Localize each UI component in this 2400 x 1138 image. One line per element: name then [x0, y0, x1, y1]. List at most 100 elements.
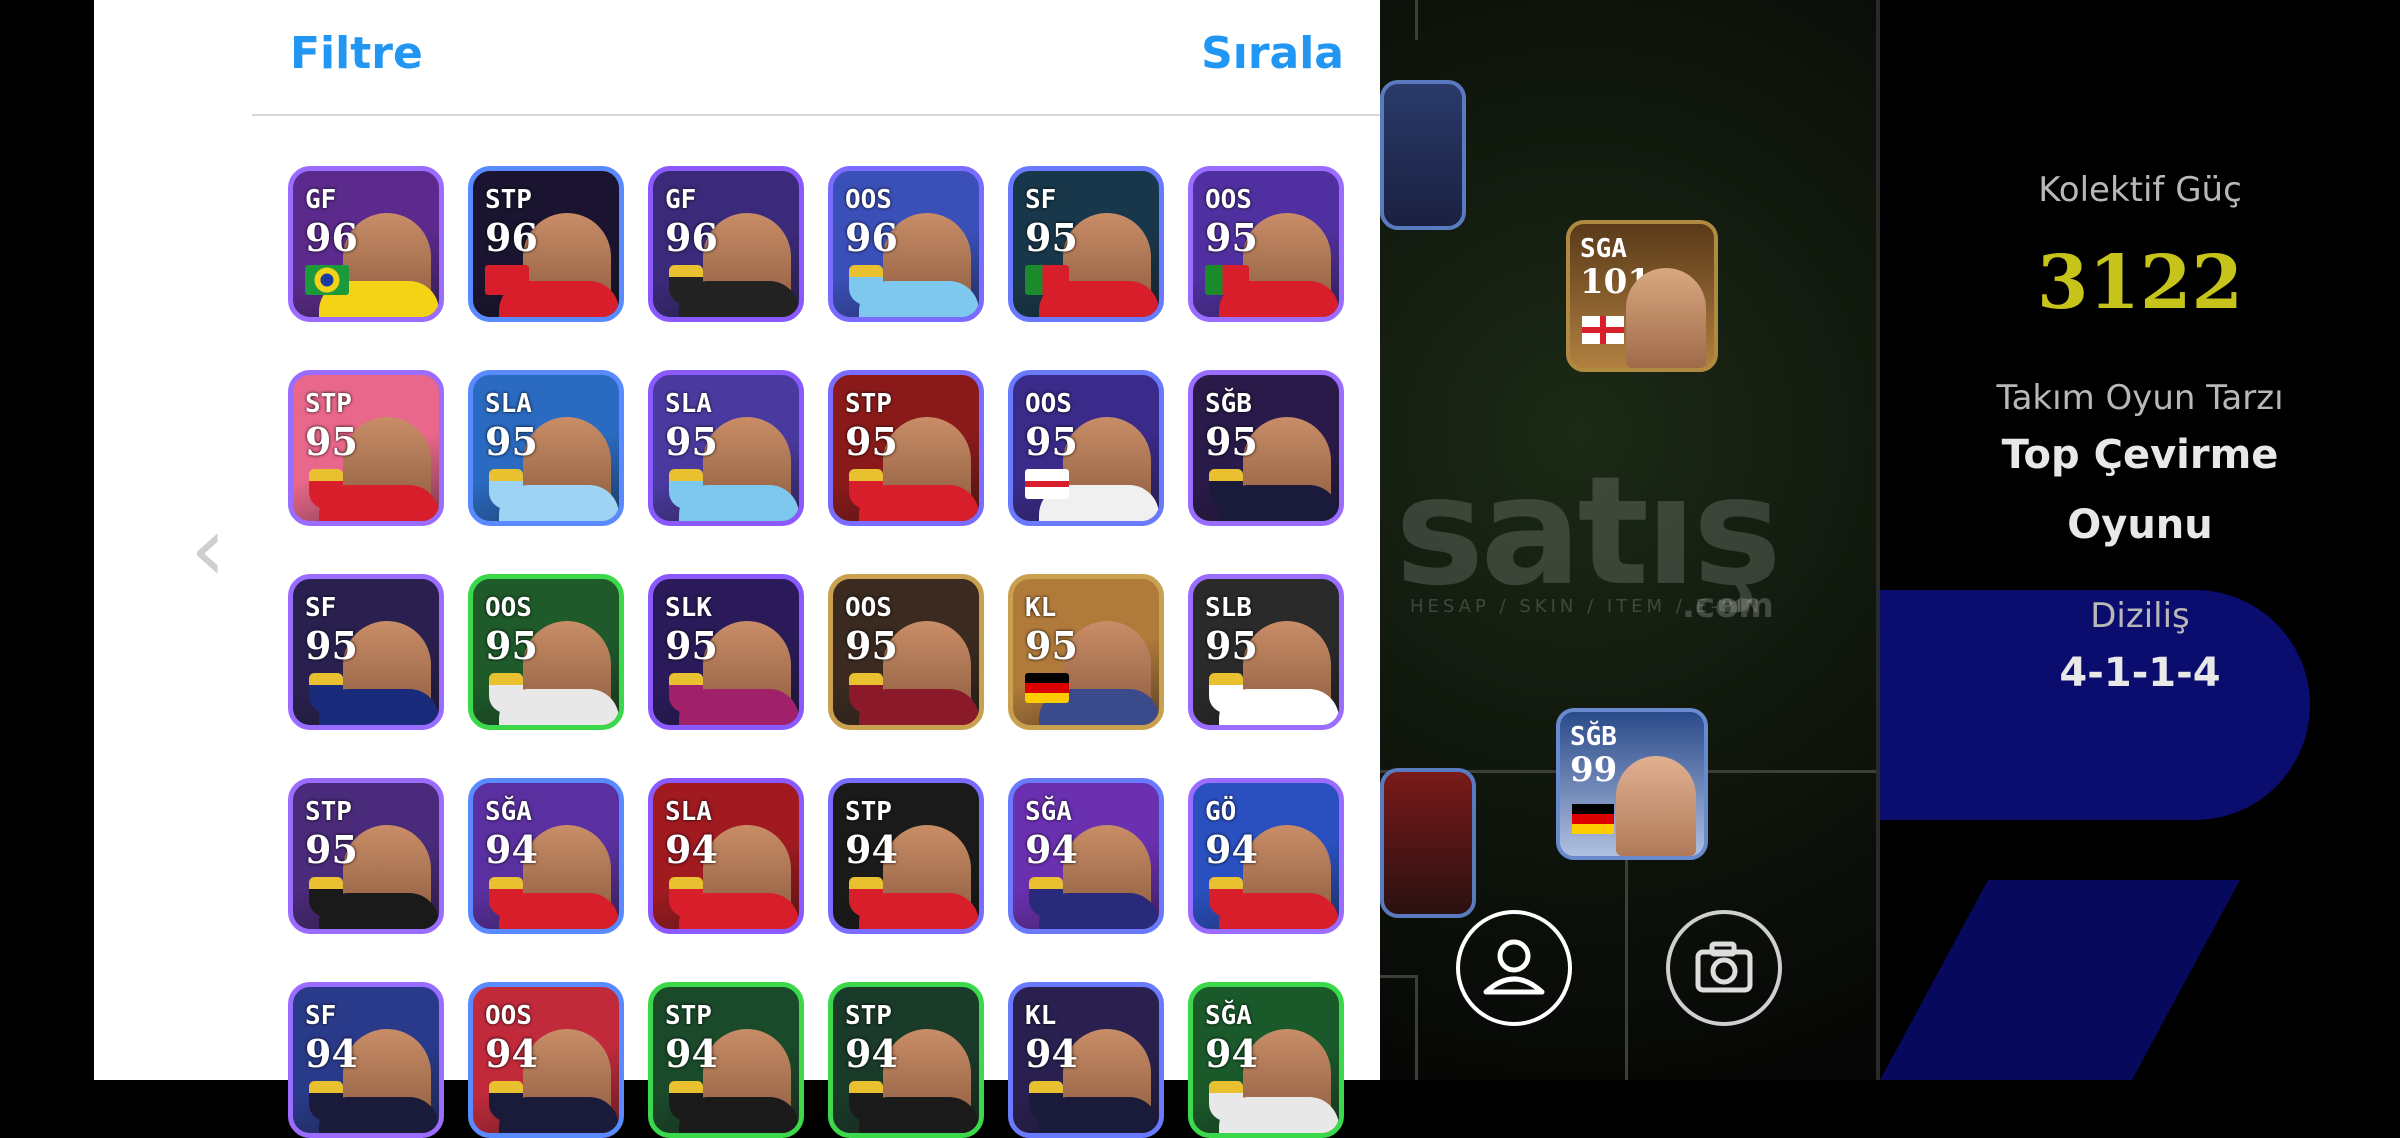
- club-badge-icon: [849, 673, 883, 713]
- watermark-domain: .com: [1682, 586, 1774, 626]
- player-rating: 94: [665, 1031, 718, 1076]
- person-icon: [1483, 939, 1545, 995]
- player-rating: 94: [485, 827, 538, 872]
- player-card[interactable]: OOS 95: [468, 574, 624, 730]
- player-position: SĞA: [1025, 797, 1072, 827]
- player-card[interactable]: SF 95: [288, 574, 444, 730]
- player-rating: 94: [845, 1031, 898, 1076]
- player-rating: 95: [305, 827, 358, 872]
- pitch-player-card-beckham[interactable]: SGA 101: [1566, 220, 1718, 372]
- club-badge-icon: [1029, 877, 1063, 917]
- player-rating: 94: [1025, 827, 1078, 872]
- player-card[interactable]: STP 94: [828, 982, 984, 1138]
- filter-button[interactable]: Filtre: [290, 28, 423, 79]
- player-card[interactable]: SLA 95: [468, 370, 624, 526]
- pitch-player-card-german[interactable]: SĞB 99: [1556, 708, 1708, 860]
- player-position: SLA: [665, 797, 712, 827]
- player-rating: 99: [1570, 750, 1618, 790]
- england-flag-icon: [1582, 316, 1624, 344]
- player-position: STP: [485, 185, 532, 215]
- player-card[interactable]: SF 95: [1008, 166, 1164, 322]
- player-card[interactable]: GÖ 94: [1188, 778, 1344, 934]
- team-style-value-line2: Oyunu: [2067, 502, 2213, 548]
- player-card[interactable]: OOS 95: [1188, 166, 1344, 322]
- player-card[interactable]: KL 95: [1008, 574, 1164, 730]
- player-rating: 95: [1205, 215, 1258, 260]
- club-badge-icon: [669, 673, 703, 713]
- player-position: OOS: [1025, 389, 1072, 419]
- portugal-flag-icon: [1205, 265, 1249, 295]
- team-style-label: Takım Oyun Tarzı: [1996, 378, 2284, 418]
- player-position: STP: [845, 1001, 892, 1031]
- player-rating: 95: [1025, 419, 1078, 464]
- player-card[interactable]: SLA 95: [648, 370, 804, 526]
- player-card[interactable]: KL 94: [1008, 982, 1164, 1138]
- player-position: SF: [305, 593, 337, 623]
- player-card[interactable]: OOS 96: [828, 166, 984, 322]
- sort-button[interactable]: Sırala: [1201, 28, 1344, 79]
- club-badge-icon: [489, 469, 523, 509]
- player-rating: 95: [485, 623, 538, 668]
- player-position: STP: [845, 389, 892, 419]
- profile-button[interactable]: [1456, 910, 1572, 1026]
- chevron-left-icon[interactable]: ‹: [190, 500, 238, 600]
- player-rating: 95: [665, 419, 718, 464]
- player-card[interactable]: SĞA 94: [1008, 778, 1164, 934]
- player-card[interactable]: STP 96: [468, 166, 624, 322]
- player-card[interactable]: SĞA 94: [1188, 982, 1344, 1138]
- player-card[interactable]: SĞA 94: [468, 778, 624, 934]
- player-selection-panel: Filtre Sırala GF 96 STP 96 GF 96 OOS 96 SF 95 OOS 9…: [252, 0, 1380, 1138]
- formation-label: Diziliş: [2090, 596, 2190, 636]
- club-badge-icon: [309, 469, 343, 509]
- player-card[interactable]: STP 94: [648, 982, 804, 1138]
- player-rating: 95: [1205, 419, 1258, 464]
- pitch-player-card-left-top[interactable]: [1380, 80, 1466, 230]
- brazil-flag-icon: [305, 265, 349, 295]
- club-badge-icon: [1209, 877, 1243, 917]
- player-position: STP: [845, 797, 892, 827]
- player-position: SGA: [1580, 234, 1627, 264]
- player-position: STP: [305, 797, 352, 827]
- player-card[interactable]: STP 95: [288, 370, 444, 526]
- player-card[interactable]: STP 95: [828, 370, 984, 526]
- formation-value[interactable]: 4-1-1-4: [1880, 650, 2400, 696]
- player-position: SLK: [665, 593, 712, 623]
- player-card[interactable]: SLK 95: [648, 574, 804, 730]
- player-card[interactable]: SLB 95: [1188, 574, 1344, 730]
- collective-power-label: Kolektif Güç: [2038, 170, 2242, 210]
- club-badge-icon: [669, 265, 703, 305]
- player-position: SF: [305, 1001, 337, 1031]
- player-card[interactable]: OOS 95: [1008, 370, 1164, 526]
- club-badge-icon: [1209, 469, 1243, 509]
- player-position: SĞA: [1205, 1001, 1252, 1031]
- panel-header: Filtre Sırala: [252, 0, 1380, 116]
- player-rating: 95: [305, 623, 358, 668]
- collective-power-value: 3122: [2037, 240, 2243, 326]
- player-card[interactable]: STP 94: [828, 778, 984, 934]
- player-rating: 95: [1205, 623, 1258, 668]
- club-badge-icon: [849, 1081, 883, 1121]
- player-card[interactable]: STP 95: [288, 778, 444, 934]
- germany-flag-icon: [1025, 673, 1069, 703]
- club-badge-icon: [1029, 1081, 1063, 1121]
- player-card[interactable]: OOS 94: [468, 982, 624, 1138]
- player-position: SĞA: [485, 797, 532, 827]
- pitch-player-card-left-bottom[interactable]: [1380, 768, 1476, 918]
- player-rating: 95: [1025, 623, 1078, 668]
- player-card[interactable]: SLA 94: [648, 778, 804, 934]
- player-position: SĞB: [1570, 722, 1617, 752]
- player-position: SĞB: [1205, 389, 1252, 419]
- player-position: GF: [665, 185, 697, 215]
- player-card[interactable]: GF 96: [648, 166, 804, 322]
- club-badge-icon: [849, 469, 883, 509]
- player-rating: 94: [485, 1031, 538, 1076]
- player-card[interactable]: GF 96: [288, 166, 444, 322]
- player-card[interactable]: SF 94: [288, 982, 444, 1138]
- camera-button[interactable]: [1666, 910, 1782, 1026]
- squad-screen: ‹ Filtre Sırala GF 96 STP 96 GF 96 OOS 96 SF 95 OO…: [0, 0, 2400, 1138]
- player-position: GF: [305, 185, 337, 215]
- club-badge-icon: [1209, 1081, 1243, 1121]
- player-position: OOS: [845, 185, 892, 215]
- player-card[interactable]: SĞB 95: [1188, 370, 1344, 526]
- player-card[interactable]: OOS 95: [828, 574, 984, 730]
